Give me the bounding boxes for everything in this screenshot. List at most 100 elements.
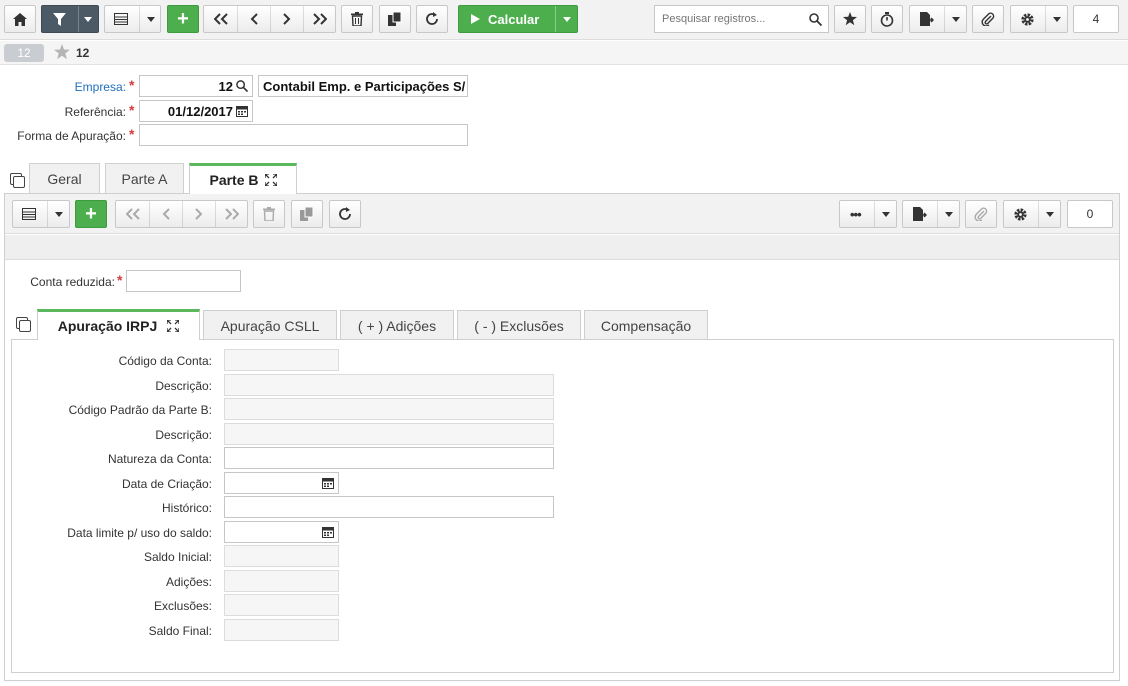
view-mode-button[interactable]: [104, 5, 161, 33]
sub-export-button[interactable]: [902, 200, 960, 228]
filter-button[interactable]: [41, 5, 99, 33]
saldo-inicial-field[interactable]: [224, 545, 339, 567]
previous-record-button[interactable]: [238, 6, 270, 32]
chevron-down-icon[interactable]: [55, 212, 63, 217]
sub-copy-button[interactable]: [291, 200, 323, 228]
search-icon[interactable]: [809, 13, 822, 26]
calendar-icon[interactable]: [236, 105, 248, 117]
sub-toolbar: + ••• 0: [5, 194, 1119, 234]
data-criacao-field[interactable]: [224, 472, 339, 494]
sub-grid-header: [5, 235, 1119, 260]
referencia-date-field[interactable]: 01/12/2017: [139, 100, 253, 122]
delete-button[interactable]: [341, 5, 373, 33]
tab-parte-b-label: Parte B: [209, 172, 259, 188]
sub-view-mode-button[interactable]: [12, 200, 70, 228]
tab-geral[interactable]: Geral: [29, 163, 100, 193]
chevron-down-icon[interactable]: [563, 17, 571, 22]
empresa-code-field[interactable]: 12: [139, 75, 253, 97]
copy-button[interactable]: [379, 5, 411, 33]
empresa-label: Empresa:: [74, 80, 126, 94]
tab-parte-a[interactable]: Parte A: [105, 163, 184, 193]
required-mark: *: [129, 126, 135, 142]
list-icon: [114, 13, 128, 25]
calculate-label: Calcular: [488, 11, 540, 27]
next-record-button[interactable]: [271, 6, 303, 32]
chevron-down-icon[interactable]: [952, 17, 960, 22]
last-record-button[interactable]: [304, 6, 336, 32]
tab-parte-b[interactable]: Parte B: [189, 163, 297, 194]
search-icon[interactable]: [236, 80, 248, 92]
adicoes-field[interactable]: [224, 570, 339, 592]
plus-icon: +: [177, 8, 189, 30]
sub-record-count: 0: [1067, 200, 1113, 228]
tab-apuracao-irpj[interactable]: Apuração IRPJ: [37, 309, 200, 340]
tab-compensacao[interactable]: Compensação: [584, 310, 708, 340]
export-button[interactable]: [909, 5, 967, 33]
main-toolbar: + Calcular Pesquisar registros... 4: [0, 0, 1128, 40]
refresh-button[interactable]: [416, 5, 448, 33]
duplicate-icon-back: [19, 320, 31, 332]
saldo-final-label: Saldo Final:: [148, 624, 212, 638]
trash-icon: [263, 207, 275, 221]
favorite-button[interactable]: [834, 5, 866, 33]
descricao-field[interactable]: [224, 374, 554, 396]
exclusoes-field[interactable]: [224, 594, 339, 616]
file-export-icon: [920, 12, 934, 26]
sub-add-button[interactable]: +: [75, 200, 107, 228]
chevron-down-icon[interactable]: [945, 212, 953, 217]
natureza-conta-select[interactable]: [224, 447, 554, 469]
sub-more-actions-button[interactable]: •••: [839, 200, 897, 228]
sub-first-record-button[interactable]: [116, 201, 149, 227]
sub-last-record-button[interactable]: [216, 201, 248, 227]
calendar-icon[interactable]: [322, 477, 334, 489]
descricao-padrao-field[interactable]: [224, 423, 554, 445]
attach-button[interactable]: [972, 5, 1004, 33]
saldo-final-field[interactable]: [224, 619, 339, 641]
paperclip-icon: [981, 12, 995, 26]
tab-exclusoes[interactable]: ( - ) Exclusões: [457, 310, 581, 340]
tab-apuracao-csll[interactable]: Apuração CSLL: [203, 310, 337, 340]
chevron-down-icon[interactable]: [84, 17, 92, 22]
required-mark: *: [129, 77, 135, 93]
historico-field[interactable]: [224, 496, 554, 518]
chevron-down-icon[interactable]: [1053, 17, 1061, 22]
copy-icon: [300, 207, 314, 221]
sub-delete-button[interactable]: [253, 200, 285, 228]
play-icon: [471, 14, 480, 24]
file-export-icon: [913, 207, 927, 221]
sub-next-record-button[interactable]: [183, 201, 215, 227]
expand-icon[interactable]: [264, 174, 277, 186]
sub-settings-button[interactable]: [1003, 200, 1061, 228]
saldo-inicial-label: Saldo Inicial:: [143, 550, 212, 564]
double-chevron-left-icon: [125, 208, 140, 220]
conta-reduzida-field[interactable]: [126, 270, 241, 292]
calculate-button[interactable]: Calcular: [458, 5, 578, 33]
chevron-left-icon: [162, 208, 170, 220]
settings-button[interactable]: [1010, 5, 1068, 33]
codigo-conta-field[interactable]: [224, 349, 339, 371]
sub-attach-button[interactable]: [965, 200, 997, 228]
forma-apuracao-select[interactable]: [139, 124, 468, 146]
codigo-padrao-field[interactable]: [224, 398, 554, 420]
sub-previous-record-button[interactable]: [150, 201, 182, 227]
paperclip-icon: [974, 207, 988, 221]
tab-adicoes[interactable]: ( + ) Adições: [340, 310, 454, 340]
empresa-name-field[interactable]: Contabil Emp. e Participações S/: [258, 75, 468, 97]
expand-icon[interactable]: [167, 320, 180, 332]
sub-refresh-button[interactable]: [329, 200, 361, 228]
chevron-down-icon[interactable]: [882, 212, 890, 217]
data-limite-field[interactable]: [224, 521, 339, 543]
add-button[interactable]: +: [167, 5, 199, 33]
chevron-down-icon[interactable]: [147, 17, 155, 22]
calendar-icon[interactable]: [322, 526, 334, 538]
chevron-down-icon[interactable]: [1046, 212, 1054, 217]
referencia-label: Referência:: [64, 105, 126, 119]
trash-icon: [351, 12, 363, 26]
search-input[interactable]: [660, 12, 810, 26]
star-icon: [843, 12, 857, 26]
home-button[interactable]: [4, 5, 36, 33]
first-record-button[interactable]: [204, 6, 237, 32]
timer-button[interactable]: [871, 5, 903, 33]
star-icon[interactable]: [54, 44, 70, 60]
historico-label: Histórico:: [161, 501, 212, 515]
